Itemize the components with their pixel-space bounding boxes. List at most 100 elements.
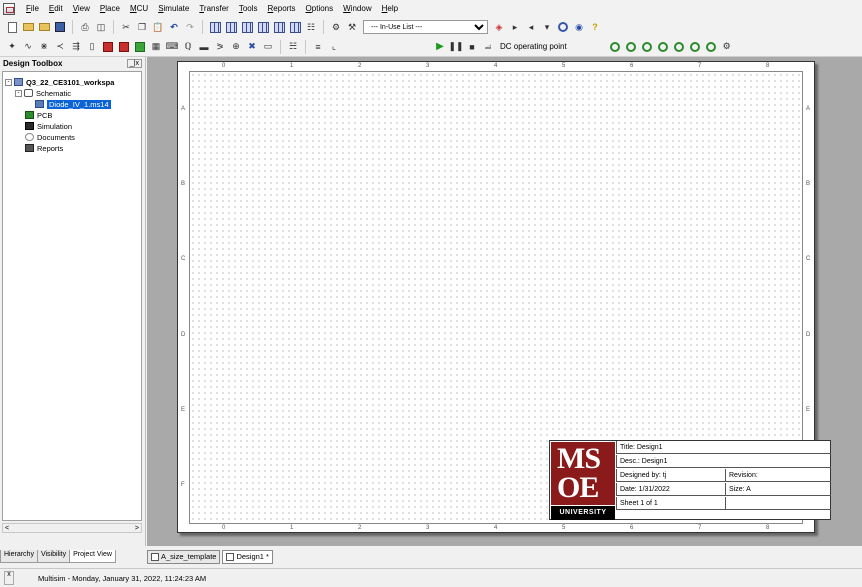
toggle-toolbox-button[interactable] bbox=[208, 20, 222, 34]
menu-edit[interactable]: Edit bbox=[44, 0, 68, 17]
status-close-button[interactable]: x bbox=[4, 571, 14, 585]
zoom-probe-7-button[interactable] bbox=[704, 40, 718, 54]
tree-node-simulation[interactable]: Simulation bbox=[25, 121, 72, 131]
analysis-label[interactable]: DC operating point bbox=[500, 42, 567, 51]
toolbox-close-button[interactable]: _|x bbox=[126, 59, 142, 68]
place-hier-block-button[interactable]: ▯ bbox=[85, 40, 99, 54]
collapse-icon[interactable]: - bbox=[5, 78, 12, 86]
forward-annotate-icon: ▸ bbox=[512, 21, 518, 32]
run-simulation-button[interactable]: ▶ bbox=[433, 40, 447, 54]
find-component-button[interactable]: ◈ bbox=[492, 20, 506, 34]
tree-node-pcb[interactable]: PCB bbox=[25, 110, 52, 120]
tab-a-size-template[interactable]: A_size_template bbox=[147, 550, 221, 564]
open-button[interactable] bbox=[21, 20, 35, 34]
column-label: 2 bbox=[358, 63, 362, 69]
place-connector-button[interactable]: ≺ bbox=[53, 40, 67, 54]
education-button[interactable]: ◉ bbox=[572, 20, 586, 34]
bom-icon: ☵ bbox=[288, 41, 298, 51]
copy-button[interactable]: ❐ bbox=[135, 20, 149, 34]
place-multipage-button[interactable] bbox=[117, 40, 131, 54]
undo-button[interactable]: ↶ bbox=[167, 20, 181, 34]
save-button[interactable] bbox=[53, 20, 67, 34]
open-samples-button[interactable] bbox=[37, 20, 51, 34]
place-port-button[interactable]: ⇶ bbox=[69, 40, 83, 54]
database-manager-button[interactable] bbox=[256, 20, 270, 34]
digital-button[interactable]: ⌞ bbox=[327, 40, 341, 54]
tab-project-view[interactable]: Project View bbox=[69, 550, 116, 563]
pause-simulation-button[interactable]: ❚❚ bbox=[448, 40, 463, 54]
tree-node-documents[interactable]: Documents bbox=[25, 132, 75, 142]
menu-mcu[interactable]: MCU bbox=[125, 0, 153, 17]
place-bookmark-button[interactable]: ▭ bbox=[261, 40, 275, 54]
place-instrument-button[interactable]: ▬ bbox=[197, 40, 211, 54]
zoom-probe-4-button[interactable] bbox=[656, 40, 670, 54]
search-button[interactable] bbox=[556, 20, 570, 34]
menu-simulate[interactable]: Simulate bbox=[153, 0, 194, 17]
place-symbol-button[interactable]: ⊕ bbox=[229, 40, 243, 54]
menu-file[interactable]: File bbox=[21, 0, 44, 17]
print-button[interactable]: ⎙ bbox=[78, 20, 92, 34]
zoom-probe-3-button[interactable] bbox=[640, 40, 654, 54]
electrical-rules-button[interactable]: ⚒ bbox=[345, 20, 359, 34]
schematic-sheet[interactable]: 012345678 012345678 ABCDEF ABCDEF MS OE … bbox=[177, 61, 831, 533]
menu-reports[interactable]: Reports bbox=[263, 0, 301, 17]
zoom-probe-1-button[interactable] bbox=[608, 40, 622, 54]
help-button[interactable]: ? bbox=[588, 20, 602, 34]
paste-button[interactable]: 📋 bbox=[151, 20, 165, 34]
place-junction-button[interactable]: ✦ bbox=[5, 40, 19, 54]
forward-annotate-button[interactable]: ▸ bbox=[508, 20, 522, 34]
tab-design1[interactable]: Design1 * bbox=[222, 550, 273, 564]
tree-node-reports[interactable]: Reports bbox=[25, 143, 63, 153]
scroll-left-icon[interactable]: < bbox=[5, 525, 9, 532]
place-bus-button[interactable]: ⋇ bbox=[37, 40, 51, 54]
menu-transfer[interactable]: Transfer bbox=[194, 0, 234, 17]
cut-button[interactable]: ✂ bbox=[119, 20, 133, 34]
hierarchy-button[interactable]: ☷ bbox=[304, 20, 318, 34]
annotate-dropdown-button[interactable]: ▾ bbox=[540, 20, 554, 34]
documents-icon bbox=[25, 133, 34, 141]
menu-options[interactable]: Options bbox=[301, 0, 339, 17]
new-button[interactable] bbox=[5, 20, 19, 34]
spreadsheet-view-button[interactable] bbox=[224, 20, 238, 34]
tree-node-design-file[interactable]: Diode_IV_1.ms14 bbox=[35, 99, 111, 109]
analysis-select-button[interactable]: ⧡ bbox=[481, 40, 495, 54]
multisim-app-icon[interactable] bbox=[3, 2, 15, 15]
tree-node-schematic[interactable]: - Schematic bbox=[15, 88, 71, 98]
place-subcircuit-button[interactable] bbox=[101, 40, 115, 54]
tree-node-workspace[interactable]: - Q3_22_CE3101_workspa bbox=[5, 77, 114, 87]
menu-place[interactable]: Place bbox=[95, 0, 125, 17]
in-use-list-dropdown[interactable]: --- In-Use List --- bbox=[363, 20, 488, 34]
probe-settings-button[interactable]: ⚙ bbox=[720, 40, 734, 54]
place-ladder-button[interactable] bbox=[133, 40, 147, 54]
bom-button[interactable]: ☵ bbox=[286, 40, 300, 54]
print-preview-button[interactable]: ◫ bbox=[94, 20, 108, 34]
breadboard-button[interactable] bbox=[288, 20, 302, 34]
menu-tools[interactable]: Tools bbox=[234, 0, 263, 17]
tab-hierarchy[interactable]: Hierarchy bbox=[0, 550, 38, 563]
place-wire-button[interactable]: ∿ bbox=[21, 40, 35, 54]
collapse-icon[interactable]: - bbox=[15, 89, 22, 97]
zoom-probe-6-button[interactable] bbox=[688, 40, 702, 54]
tree-horizontal-scrollbar[interactable]: < > bbox=[2, 523, 142, 533]
menu-view[interactable]: View bbox=[68, 0, 95, 17]
sim-grapher-button[interactable] bbox=[240, 20, 254, 34]
redo-button[interactable]: ↷ bbox=[183, 20, 197, 34]
place-text-button[interactable]: ⌨ bbox=[165, 40, 179, 54]
stop-simulation-button[interactable]: ■ bbox=[465, 40, 479, 54]
menu-help[interactable]: Help bbox=[377, 0, 403, 17]
postprocessor-button[interactable] bbox=[272, 20, 286, 34]
back-annotate-button[interactable]: ◂ bbox=[524, 20, 538, 34]
place-graphic-button[interactable]: ▦ bbox=[149, 40, 163, 54]
zoom-probe-5-button[interactable] bbox=[672, 40, 686, 54]
scroll-right-icon[interactable]: > bbox=[135, 525, 139, 532]
menu-window[interactable]: Window bbox=[338, 0, 376, 17]
place-comment-button[interactable]: ℚ bbox=[181, 40, 195, 54]
tab-visibility[interactable]: Visibility bbox=[36, 550, 71, 563]
component-wizard-button[interactable]: ⚙ bbox=[329, 20, 343, 34]
place-probe-button[interactable]: ⪖ bbox=[213, 40, 227, 54]
schematic-workspace[interactable]: 012345678 012345678 ABCDEF ABCDEF MS OE … bbox=[147, 57, 862, 546]
net-button[interactable]: ≡ bbox=[311, 40, 325, 54]
zoom-probe-2-button[interactable] bbox=[624, 40, 638, 54]
column-label: 0 bbox=[222, 63, 226, 69]
place-marker-button[interactable]: ✖ bbox=[245, 40, 259, 54]
